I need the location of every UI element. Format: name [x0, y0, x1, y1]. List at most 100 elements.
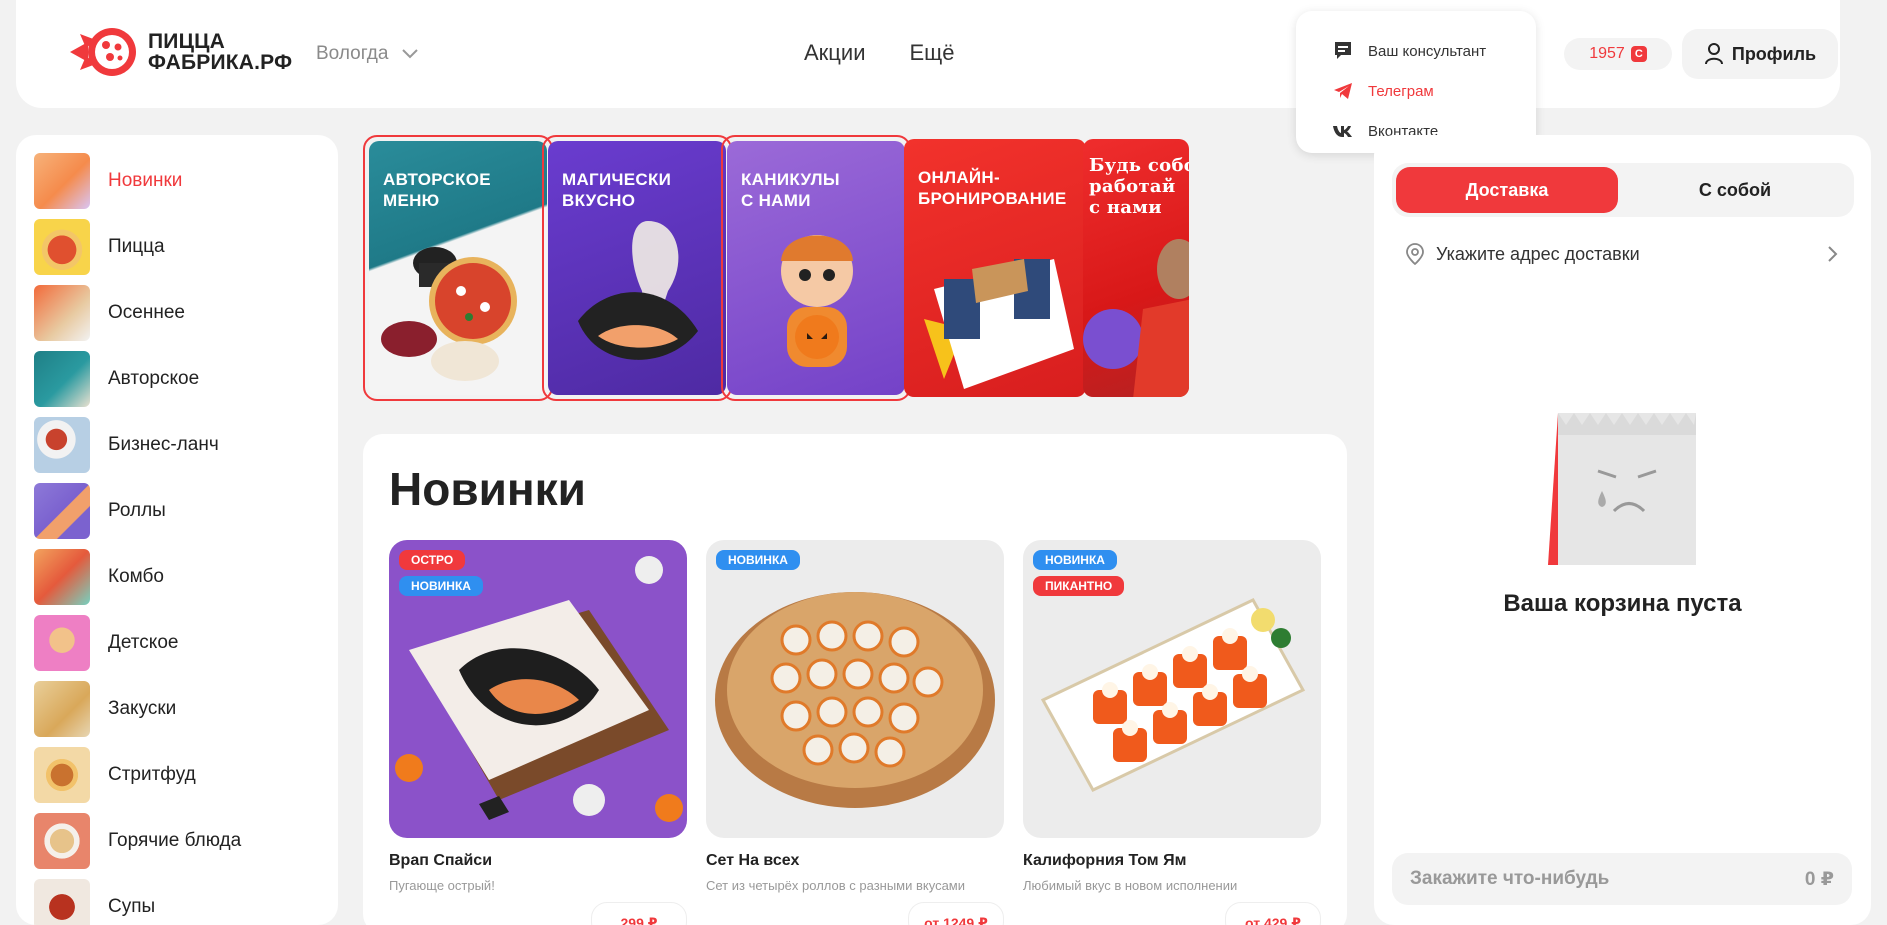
order-button[interactable]: Закажите что-нибудь 0 ₽	[1392, 853, 1852, 905]
popup-item-consultant[interactable]: Ваш консультант	[1332, 31, 1536, 71]
story-card[interactable]: АВТОРСКОЕ МЕНЮ	[363, 135, 553, 401]
sidebar-item-rolls[interactable]: Роллы	[34, 483, 166, 539]
product-card[interactable]: НОВИНКА Сет На всех Сет из четырёх ролло…	[706, 540, 1004, 925]
product-card[interactable]: ОСТРО НОВИНКА Врап Спайси Пугающе острый…	[389, 540, 687, 925]
sidebar-item-author[interactable]: Авторское	[34, 351, 199, 407]
category-thumb	[34, 285, 90, 341]
badge-group: НОВИНКА	[716, 550, 800, 570]
category-thumb	[34, 879, 90, 925]
price-button[interactable]: от 1249 ₽	[908, 902, 1004, 925]
nav-more[interactable]: Ещё	[909, 40, 954, 66]
sidebar-item-streetfood[interactable]: Стритфуд	[34, 747, 196, 803]
badge-spicy: ОСТРО	[399, 550, 466, 570]
coin-icon: С	[1630, 46, 1647, 62]
logo[interactable]: ПИЦЦА ФАБРИКА.РФ	[66, 24, 292, 80]
category-thumb	[34, 681, 90, 737]
telegram-icon	[1334, 83, 1352, 99]
pizza-illustration	[381, 247, 517, 381]
sidebar-item-label: Закуски	[108, 698, 177, 719]
products-section: Новинки ОСТРО НОВИНКА Врап Спайси Пугающ…	[363, 434, 1347, 925]
sidebar-item-autumn[interactable]: Осеннее	[34, 285, 185, 341]
category-thumb	[34, 417, 90, 473]
category-thumb	[34, 549, 90, 605]
profile-label: Профиль	[1731, 43, 1817, 64]
product-card[interactable]: НОВИНКА ПИКАНТНО Калифорния Том Ям Любим…	[1023, 540, 1321, 925]
sidebar-item-label: Стритфуд	[108, 764, 196, 785]
story-card[interactable]: Будь собой работай с нами	[1079, 135, 1189, 401]
logo-line2: ФАБРИКА.РФ	[148, 51, 293, 74]
badge-new: НОВИНКА	[399, 576, 483, 596]
sidebar-item-label: Осеннее	[108, 302, 185, 323]
address-field[interactable]: Укажите адрес доставки	[1406, 239, 1838, 269]
booking-illustration	[924, 259, 1074, 389]
badge-new: НОВИНКА	[1033, 550, 1117, 570]
sidebar-item-label: Детское	[108, 632, 179, 653]
order-label: Закажите что-нибудь	[1410, 868, 1610, 889]
profile-button[interactable]: Профиль	[1682, 29, 1838, 79]
kid-illustration	[781, 235, 853, 367]
chevron-down-icon	[402, 49, 419, 59]
product-name: Сет На всех	[706, 852, 800, 869]
sidebar-item-combo[interactable]: Комбо	[34, 549, 164, 605]
story-image: ОНЛАЙН- БРОНИРОВАНИЕ	[904, 139, 1086, 397]
cart-panel: Доставка С собой Укажите адрес доставки …	[1374, 135, 1871, 925]
sidebar-item-label: Новинки	[108, 170, 183, 191]
badge-group: ОСТРО НОВИНКА	[399, 550, 483, 596]
story-card[interactable]: КАНИКУЛЫ С НАМИ	[721, 135, 911, 401]
sushi-set-image	[715, 592, 995, 808]
story-image: АВТОРСКОЕ МЕНЮ	[369, 141, 547, 395]
nav-promotions[interactable]: Акции	[804, 40, 865, 66]
product-description: Пугающе острый!	[389, 878, 495, 893]
wrap-illustration	[578, 221, 698, 360]
sidebar-item-label: Горячие блюда	[108, 830, 242, 851]
logo-line1: ПИЦЦА	[148, 30, 226, 53]
sidebar-item-pizza[interactable]: Пицца	[34, 219, 165, 275]
story-image: Будь собой работай с нами	[1083, 139, 1189, 397]
category-thumb	[34, 747, 90, 803]
story-card[interactable]: ОНЛАЙН- БРОНИРОВАНИЕ	[900, 135, 1090, 401]
badge-piquant: ПИКАНТНО	[1033, 576, 1125, 596]
empty-bag-icon	[1548, 413, 1696, 565]
product-name: Врап Спайси	[389, 852, 493, 869]
category-thumb	[34, 813, 90, 869]
story-card[interactable]: МАГИЧЕСКИ ВКУСНО	[542, 135, 732, 401]
logo-text: ПИЦЦА ФАБРИКА.РФ	[148, 31, 292, 73]
logo-icon	[70, 28, 136, 76]
person-illustration	[1083, 239, 1189, 397]
section-title: Новинки	[389, 463, 586, 515]
sidebar-item-label: Комбо	[108, 566, 164, 587]
product-description: Сет из четырёх роллов с разными вкусами	[706, 878, 966, 893]
sidebar-item-new[interactable]: Новинки	[34, 153, 182, 209]
category-thumb	[34, 219, 90, 275]
sidebar-item-soups[interactable]: Супы	[34, 879, 155, 925]
address-placeholder: Укажите адрес доставки	[1436, 243, 1640, 264]
category-sidebar: Новинки Пицца Осеннее Авторское Бизнес-л…	[16, 135, 338, 925]
category-thumb	[34, 483, 90, 539]
bonus-balance[interactable]: 1957 С	[1564, 38, 1672, 70]
price-button[interactable]: от 429 ₽	[1225, 902, 1321, 925]
sidebar-item-business-lunch[interactable]: Бизнес-ланч	[34, 417, 219, 473]
sidebar-item-snacks[interactable]: Закуски	[34, 681, 176, 737]
sidebar-item-hot-dishes[interactable]: Горячие блюда	[34, 813, 241, 869]
city-name: Вологда	[316, 43, 389, 64]
popup-item-telegram[interactable]: Телеграм	[1332, 71, 1536, 111]
location-pin-icon	[1406, 243, 1424, 265]
city-selector[interactable]: Вологда	[316, 43, 419, 65]
popup-label: Ваш консультант	[1368, 42, 1487, 60]
sidebar-item-kids[interactable]: Детское	[34, 615, 178, 671]
main-nav: Акции Ещё	[804, 40, 955, 66]
sidebar-item-label: Роллы	[108, 500, 166, 521]
tab-delivery[interactable]: Доставка	[1396, 167, 1618, 213]
contact-popup: Ваш консультант Телеграм Вконтакте	[1296, 11, 1536, 153]
sidebar-item-label: Пицца	[108, 236, 165, 257]
price-button[interactable]: 299 ₽	[591, 902, 687, 925]
popup-label: Телеграм	[1368, 82, 1434, 100]
product-description: Любимый вкус в новом исполнении	[1023, 878, 1238, 893]
category-thumb	[34, 153, 90, 209]
stories-carousel: АВТОРСКОЕ МЕНЮ МАГИЧЕСКИ ВКУСНО КАНИКУЛЫ…	[363, 135, 1343, 405]
chevron-right-icon	[1828, 246, 1838, 262]
sidebar-item-label: Бизнес-ланч	[108, 434, 219, 455]
balance-value: 1957	[1589, 45, 1625, 62]
tab-pickup[interactable]: С собой	[1624, 167, 1846, 213]
sidebar-item-label: Супы	[108, 896, 156, 917]
